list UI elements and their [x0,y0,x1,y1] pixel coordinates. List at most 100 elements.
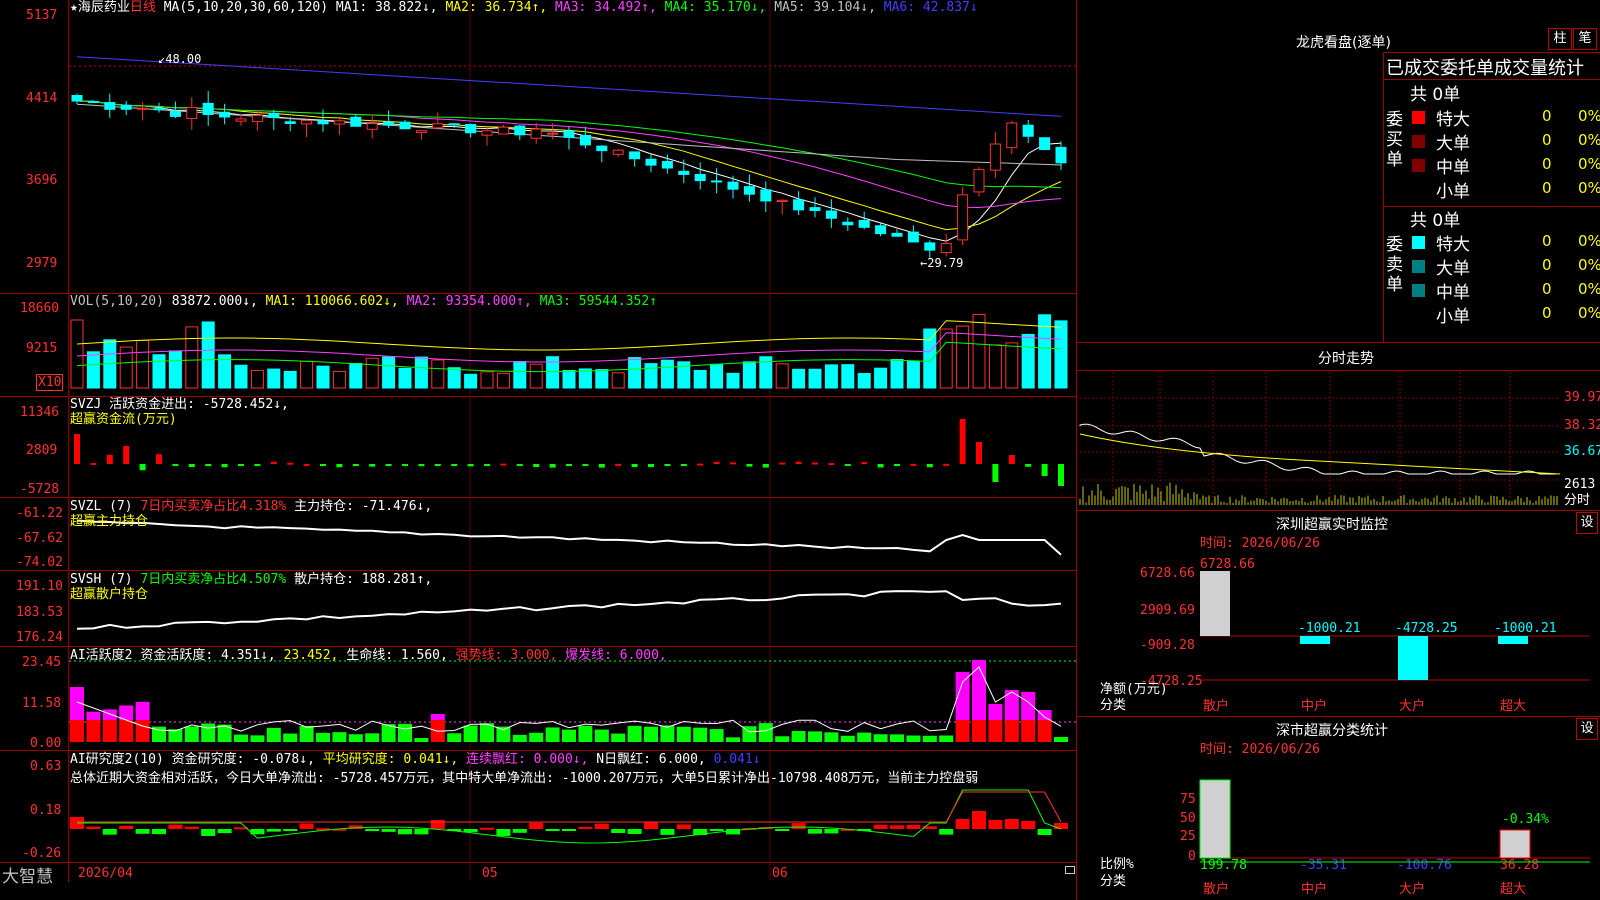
research-bar [824,829,839,834]
research-bar [972,811,986,829]
svzj-header: SVZJ 活跃资金进出: -5728.452↓, [70,397,289,412]
vol-tick: 18660 [20,301,60,316]
intraday-tick: 36.67 [1564,444,1600,459]
research-bar [512,829,527,833]
research-bar [775,829,790,831]
research-bar [398,829,412,835]
fund-flow-bar [762,464,769,468]
activity-bar [1037,720,1052,742]
candle-body [530,128,542,139]
research-bar [119,825,134,829]
research-bar [906,824,921,829]
order-qty: 0 [1542,232,1552,250]
activity-bar [316,732,330,742]
bar-mode-button[interactable]: 柱 [1548,28,1572,50]
activity-bar [299,726,314,742]
activity-bar [808,731,822,742]
order-qty: 0 [1542,280,1552,298]
date-tick: 2026/04 [78,866,133,881]
volume-bar [70,319,84,389]
volume-bar [546,356,560,389]
order-pct: 0% [1578,304,1600,322]
volume-bar [1005,342,1019,389]
volume-bar [283,370,297,389]
research-bar [365,829,380,832]
research-bar [1021,821,1036,829]
volume-bar [578,368,592,389]
ai2-tick: 0.63 [30,759,62,774]
activity-bar [988,720,1003,742]
monitor-tick: 6728.66 [1140,566,1195,581]
candle-body [1022,124,1034,137]
fund-flow-bar [369,464,376,467]
ai2-summary: 总体近期大资金相对活跃，今日大单净流出: -5728.457万元，其中特大单净流… [70,771,979,786]
volume-bar [250,369,264,389]
fund-flow-bar [697,463,704,466]
retail-holding-line [76,590,1062,630]
stat-bar [1199,779,1231,859]
fund-flow-bar [1041,464,1048,476]
stat-tick: 50 [1180,811,1196,826]
period-label[interactable]: 日线 [130,0,156,15]
candle-body [924,242,936,251]
volume-bar [972,313,986,389]
candle-body [875,225,887,235]
ma6-value: MA6: 42.837↓ [883,0,978,15]
research-bar [152,829,166,835]
research-bar [381,829,396,832]
candle-body [596,145,608,152]
candle-body [87,100,99,103]
monitor-value: 6728.66 [1200,557,1255,572]
candle-body [760,189,772,202]
candle-body [793,199,805,211]
monitor-bar [1498,636,1528,644]
candle-body [120,104,132,110]
fund-flow-bar [238,464,244,466]
order-color-swatch [1412,284,1425,297]
stat-ylabel: 比例% [1100,857,1134,872]
research-bar [545,829,560,832]
candle-body [104,102,116,110]
vol-header: VOL(5,10,20) 83872.000↓, MA1: 110066.602… [70,294,658,309]
fund-flow-bar [976,442,982,464]
candle-body [661,161,673,169]
favorite-star-icon[interactable]: ★ [70,0,78,15]
research-bar [299,823,314,829]
volume-bar [1021,333,1035,389]
fund-flow-bar [385,464,392,466]
svzj-tick: 2809 [26,443,58,458]
volume-bar [628,357,642,389]
candle-body [645,158,657,166]
candle-body [251,114,263,122]
activity-bar [496,726,511,742]
fund-flow-bar [582,464,589,466]
stat-settings-button[interactable]: 设 [1576,718,1598,740]
category-label: 中户 [1301,882,1328,897]
order-color-swatch [1412,236,1425,249]
candle-body [268,112,280,118]
main-holding-line [76,519,1062,556]
tick-mode-button[interactable]: 笔 [1573,28,1597,50]
intraday-price-line [1079,423,1556,475]
order-color-swatch [1412,159,1425,172]
volume-bar [710,363,724,389]
monitor-settings-button[interactable]: 设 [1576,512,1598,534]
intraday-unit: 分时 [1564,493,1591,508]
candle-body [940,242,952,253]
buy-label: 委买单 [1386,110,1403,170]
candle-body [350,116,362,127]
order-qty: 0 [1542,179,1552,197]
volume-bar [513,361,527,389]
research-bar [988,820,1003,829]
volume-bar [201,321,215,389]
lock-icon[interactable] [1065,866,1075,874]
activity-bar [840,735,855,742]
ma5-value: MA5: 39.104↓, [774,0,876,15]
monitor-xlabel: 分类 [1100,698,1127,713]
activity-bar [529,732,544,742]
vol-ma3: MA3: 59544.352↑ [539,294,658,309]
monitor-ylabel: 净额(万元) [1100,682,1168,697]
fund-flow-bar [680,464,687,466]
fund-flow-bar [188,464,195,468]
activity-bar [1054,736,1068,742]
